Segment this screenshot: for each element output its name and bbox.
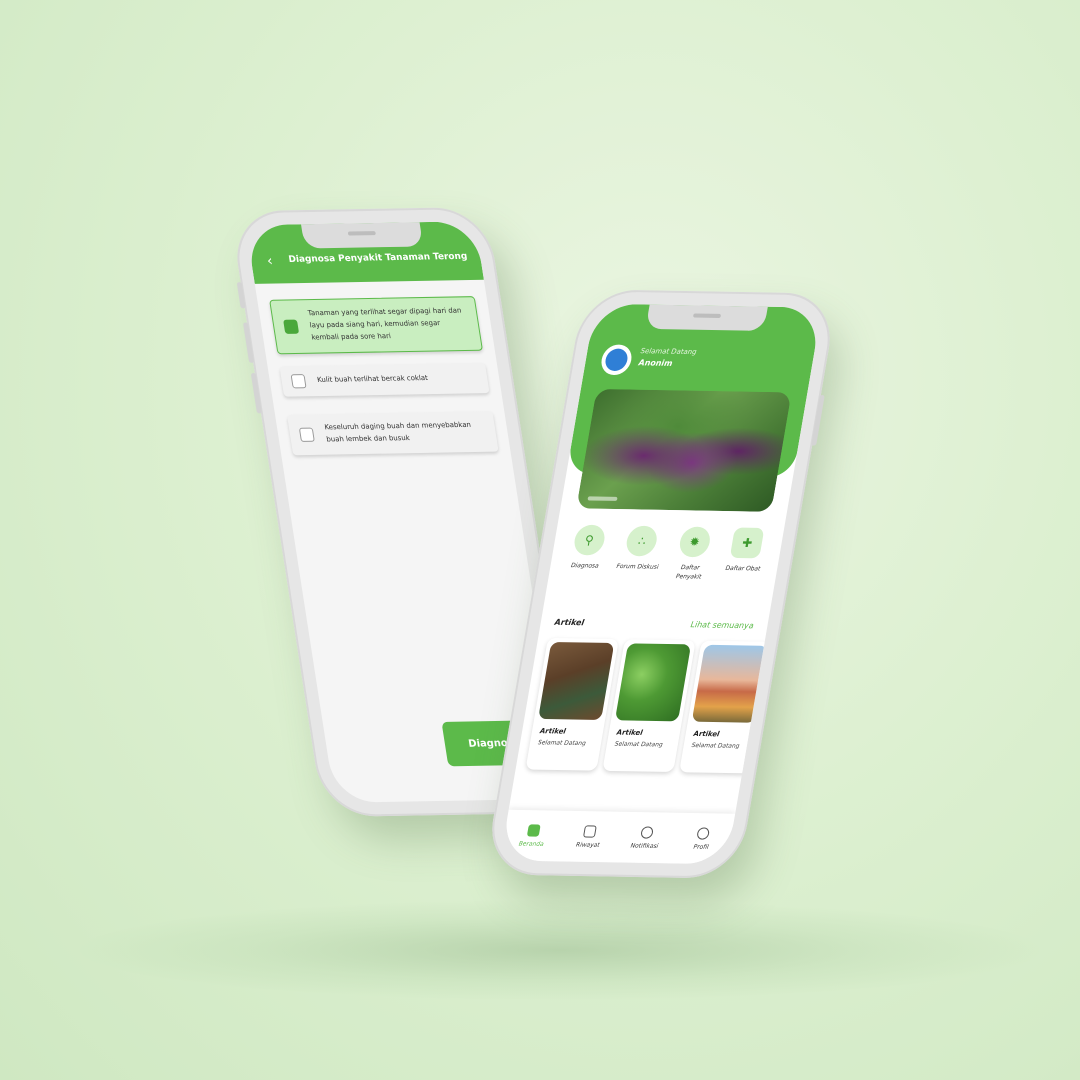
notch [645,304,768,331]
symptom-text: Kulit buah terlihat bercak coklat [316,373,429,385]
feature-disease-list[interactable]: ✹ Daftar Penyakit [665,526,720,581]
volume-up-button [242,322,255,363]
feature-label: Diagnosa [570,562,600,570]
bottom-navigation: Beranda Riwayat Notifikasi Profil [499,809,736,865]
hero-indicator [587,496,618,501]
feature-diagnosa[interactable]: ⚲ Diagnosa [560,524,615,579]
nav-label: Beranda [518,839,545,848]
feature-label: Forum Diskusi [615,562,660,571]
feature-menu: ⚲ Diagnosa ∴ Forum Diskusi ✹ Daftar Peny… [548,524,784,583]
symptom-option[interactable]: Tanaman yang terlihat segar dipagi hari … [269,296,483,354]
hero-eggplant-image [576,388,792,512]
username: Anonim [637,358,674,368]
symptom-text: Keseluruh daging buah dan menyebabkan bu… [323,420,472,444]
bell-icon [639,825,654,839]
notch [300,222,424,249]
avatar[interactable] [599,344,634,376]
article-image [614,643,692,722]
avatar-image [603,348,630,372]
article-image [691,644,768,723]
virus-icon: ✹ [677,526,713,558]
volume-down-button [250,372,262,414]
medicine-icon: ✚ [729,527,765,559]
phone-home: Selamat Datang Anonim ⚲ Diagnosa ∴ Forum… [483,289,839,879]
checkbox[interactable] [290,374,307,389]
nav-label: Profil [692,843,710,851]
article-subtitle: Selamat Datang [537,739,587,748]
nav-beranda[interactable]: Beranda [506,823,559,847]
page-title: Diagnosa Penyakit Tanaman Terong [287,251,469,265]
checkbox[interactable] [298,427,315,442]
feature-forum[interactable]: ∴ Forum Diskusi [613,525,668,580]
articles-title: Artikel [553,617,585,628]
greeting-text: Selamat Datang [639,347,698,357]
article-title: Artikel [616,728,644,737]
article-subtitle: Selamat Datang [614,740,664,749]
home-icon [526,823,541,837]
home-screen: Selamat Datang Anonim ⚲ Diagnosa ∴ Forum… [499,303,823,865]
feature-label: Daftar Penyakit [675,564,702,581]
search-icon: ⚲ [571,524,607,556]
see-all-link[interactable]: Lihat semuanya [690,620,754,630]
history-icon [583,824,598,838]
checkbox-checked[interactable] [283,319,300,334]
nav-label: Riwayat [575,840,601,849]
article-title: Artikel [692,729,721,739]
mute-switch [236,282,246,309]
floor-shadow [80,900,1040,1000]
symptom-option[interactable]: Keseluruh daging buah dan menyebabkan bu… [286,411,499,456]
nav-label: Notifikasi [630,841,659,850]
user-icon [696,826,711,840]
symptom-text: Tanaman yang terlihat segar dipagi hari … [307,306,462,342]
back-icon[interactable]: ‹ [266,253,274,269]
feature-medicine-list[interactable]: ✚ Daftar Obat [718,527,773,582]
article-card[interactable]: Artikel Selamat Datang [679,640,773,774]
article-carousel: Artikel Selamat Datang Artikel Selamat D… [525,637,773,774]
nav-notifikasi[interactable]: Notifikasi [619,825,672,850]
feature-label: Daftar Obat [724,564,761,573]
article-image [538,641,615,721]
power-button [811,394,825,446]
article-title: Artikel [539,727,567,736]
symptom-option[interactable]: Kulit buah terlihat bercak coklat [279,362,490,397]
forum-icon: ∴ [624,525,660,557]
article-subtitle: Selamat Datang [690,741,741,750]
nav-profil[interactable]: Profil [676,826,729,851]
nav-riwayat[interactable]: Riwayat [563,824,616,848]
